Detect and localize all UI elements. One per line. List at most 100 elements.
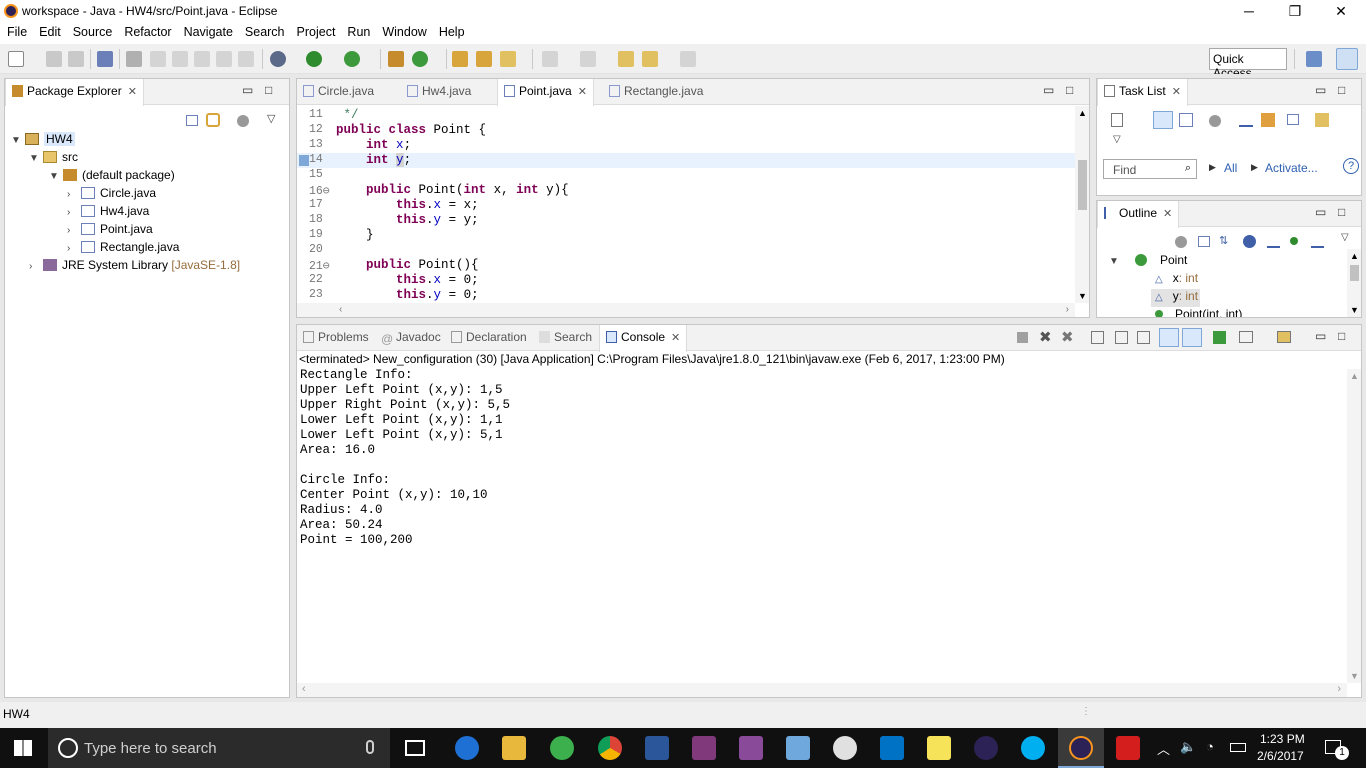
menu-window[interactable]: Window [375,23,431,39]
back-icon[interactable] [642,51,658,67]
console-horizontal-scrollbar[interactable]: ‹ › [297,683,1347,697]
new-icon[interactable] [8,51,24,67]
scroll-right-icon[interactable]: › [1066,304,1069,315]
edge-icon[interactable] [455,736,479,760]
winrar-icon[interactable] [739,736,763,760]
find-input[interactable]: Find ⌕ [1103,159,1197,179]
tab-package-explorer[interactable]: Package Explorer ✕ [5,79,144,106]
new-java-class-icon[interactable] [412,51,428,67]
chevron-down-icon[interactable]: ▼ [29,153,43,164]
menu-search[interactable]: Search [238,23,290,39]
filter-icon[interactable] [1175,236,1187,248]
step-icon[interactable] [172,51,188,67]
save-icon[interactable] [46,51,62,67]
outline-item-class[interactable]: ▼ Point [1109,253,1187,271]
hide-static-icon[interactable] [1267,235,1280,248]
build-icon[interactable] [126,51,142,67]
tab-task-list[interactable]: Task List ✕ [1097,79,1188,106]
minimize-view-button[interactable]: ▭ [1315,205,1326,219]
tab-rectangle-java[interactable]: Rectangle.java [603,79,709,105]
menu-navigate[interactable]: Navigate [177,23,238,39]
open-perspective-icon[interactable] [1306,51,1322,67]
tree-item-point-java[interactable]: › Point.java [67,222,153,240]
scroll-left-icon[interactable]: ‹ [302,683,306,695]
close-icon[interactable]: ✕ [128,86,137,98]
scroll-down-icon[interactable]: ▼ [1350,305,1359,315]
minimize-view-button[interactable]: ▭ [242,83,253,97]
volume-icon[interactable]: 🔈 [1180,739,1196,755]
word-wrap-icon[interactable] [1137,331,1150,344]
tree-item-rectangle-java[interactable]: › Rectangle.java [67,240,179,258]
scroll-up-icon[interactable]: ▲ [1350,251,1359,261]
acrobat-icon[interactable] [1116,736,1140,760]
categorized-icon[interactable] [1153,111,1173,129]
last-edit-location-icon[interactable] [618,51,634,67]
file-explorer-icon[interactable] [502,736,526,760]
task-view-icon[interactable] [405,740,425,756]
sticky-notes-icon[interactable] [927,736,951,760]
console-output[interactable]: Rectangle Info: Upper Left Point (x,y): … [300,368,510,548]
search-tool-icon[interactable] [500,51,516,67]
collapse-all-icon[interactable] [186,115,198,126]
tab-search[interactable]: Search [533,325,598,351]
menu-edit[interactable]: Edit [32,23,66,39]
run-icon[interactable] [306,51,322,67]
minimize-view-button[interactable]: ▭ [1315,83,1326,97]
all-link[interactable]: All [1224,161,1237,175]
tab-declaration[interactable]: Declaration [445,325,533,351]
scroll-left-icon[interactable]: ‹ [339,304,342,315]
prev-annotation-icon[interactable] [580,51,596,67]
tree-item-jre-library[interactable]: › JRE System Library [JavaSE-1.8] [29,258,240,276]
menu-help[interactable]: Help [432,23,470,39]
app-icon[interactable] [786,736,810,760]
terminate-icon[interactable] [216,51,232,67]
collapse-all-icon[interactable] [1198,236,1210,247]
java-perspective-icon[interactable] [1336,48,1358,70]
chevron-down-icon[interactable]: ▼ [11,135,25,146]
outline-scrollbar[interactable]: ▲ ▼ [1347,249,1361,317]
tree-item-src[interactable]: ▼ src [29,150,78,168]
maximize-view-button[interactable]: □ [1338,329,1345,343]
maximize-view-button[interactable]: □ [1338,205,1345,219]
taskbar-search-box[interactable]: Type here to search [48,728,390,768]
scroll-right-icon[interactable]: › [1337,683,1341,695]
chevron-down-icon[interactable]: ▼ [1109,256,1123,267]
tab-problems[interactable]: Problems [297,325,375,351]
hide-completed-icon[interactable] [1239,113,1253,127]
eclipse-icon[interactable] [974,736,998,760]
editor-vertical-scrollbar[interactable]: ▲ ▼ [1075,106,1089,303]
maximize-view-button[interactable]: □ [1066,83,1073,97]
scroll-up-icon[interactable]: ▲ [1078,108,1087,118]
chevron-right-icon[interactable]: › [67,207,81,218]
help-icon[interactable]: ? [1343,158,1359,174]
green-app-icon[interactable] [550,736,574,760]
chrome-icon[interactable] [598,736,622,760]
filter-icon[interactable] [237,115,249,127]
close-icon[interactable]: ✕ [671,332,680,344]
tab-point-java[interactable]: Point.java ✕ [497,79,594,106]
link-with-editor-icon[interactable] [206,113,220,127]
scroll-thumb[interactable] [1350,265,1359,281]
menu-project[interactable]: Project [290,23,341,39]
close-icon[interactable]: ✕ [578,86,587,98]
scroll-thumb[interactable] [1078,160,1087,210]
menu-source[interactable]: Source [66,23,118,39]
windows-start-icon[interactable] [14,740,32,756]
terminate-icon[interactable] [1017,332,1028,343]
view-menu-icon[interactable]: ▽ [267,112,275,125]
minimize-button[interactable]: ─ [1226,0,1272,23]
minimize-view-button[interactable]: ▭ [1043,83,1054,97]
tab-javadoc[interactable]: @ Javadoc [375,325,447,351]
tree-item-hw4-java[interactable]: › Hw4.java [67,204,149,222]
hide-local-types-icon[interactable] [1311,235,1324,248]
hide-fields-icon[interactable] [1243,235,1256,248]
tree-item-default-package[interactable]: ▼ (default package) [49,168,175,186]
view-menu-icon[interactable]: ▽ [1341,232,1349,243]
activate-link[interactable]: Activate... [1265,161,1318,175]
scroll-up-icon[interactable]: ▲ [1350,371,1359,381]
menu-refactor[interactable]: Refactor [117,23,176,39]
forward-icon[interactable] [680,51,696,67]
step-over-icon[interactable] [194,51,210,67]
new-task-icon[interactable] [1111,113,1123,127]
close-button[interactable]: ✕ [1318,0,1364,23]
